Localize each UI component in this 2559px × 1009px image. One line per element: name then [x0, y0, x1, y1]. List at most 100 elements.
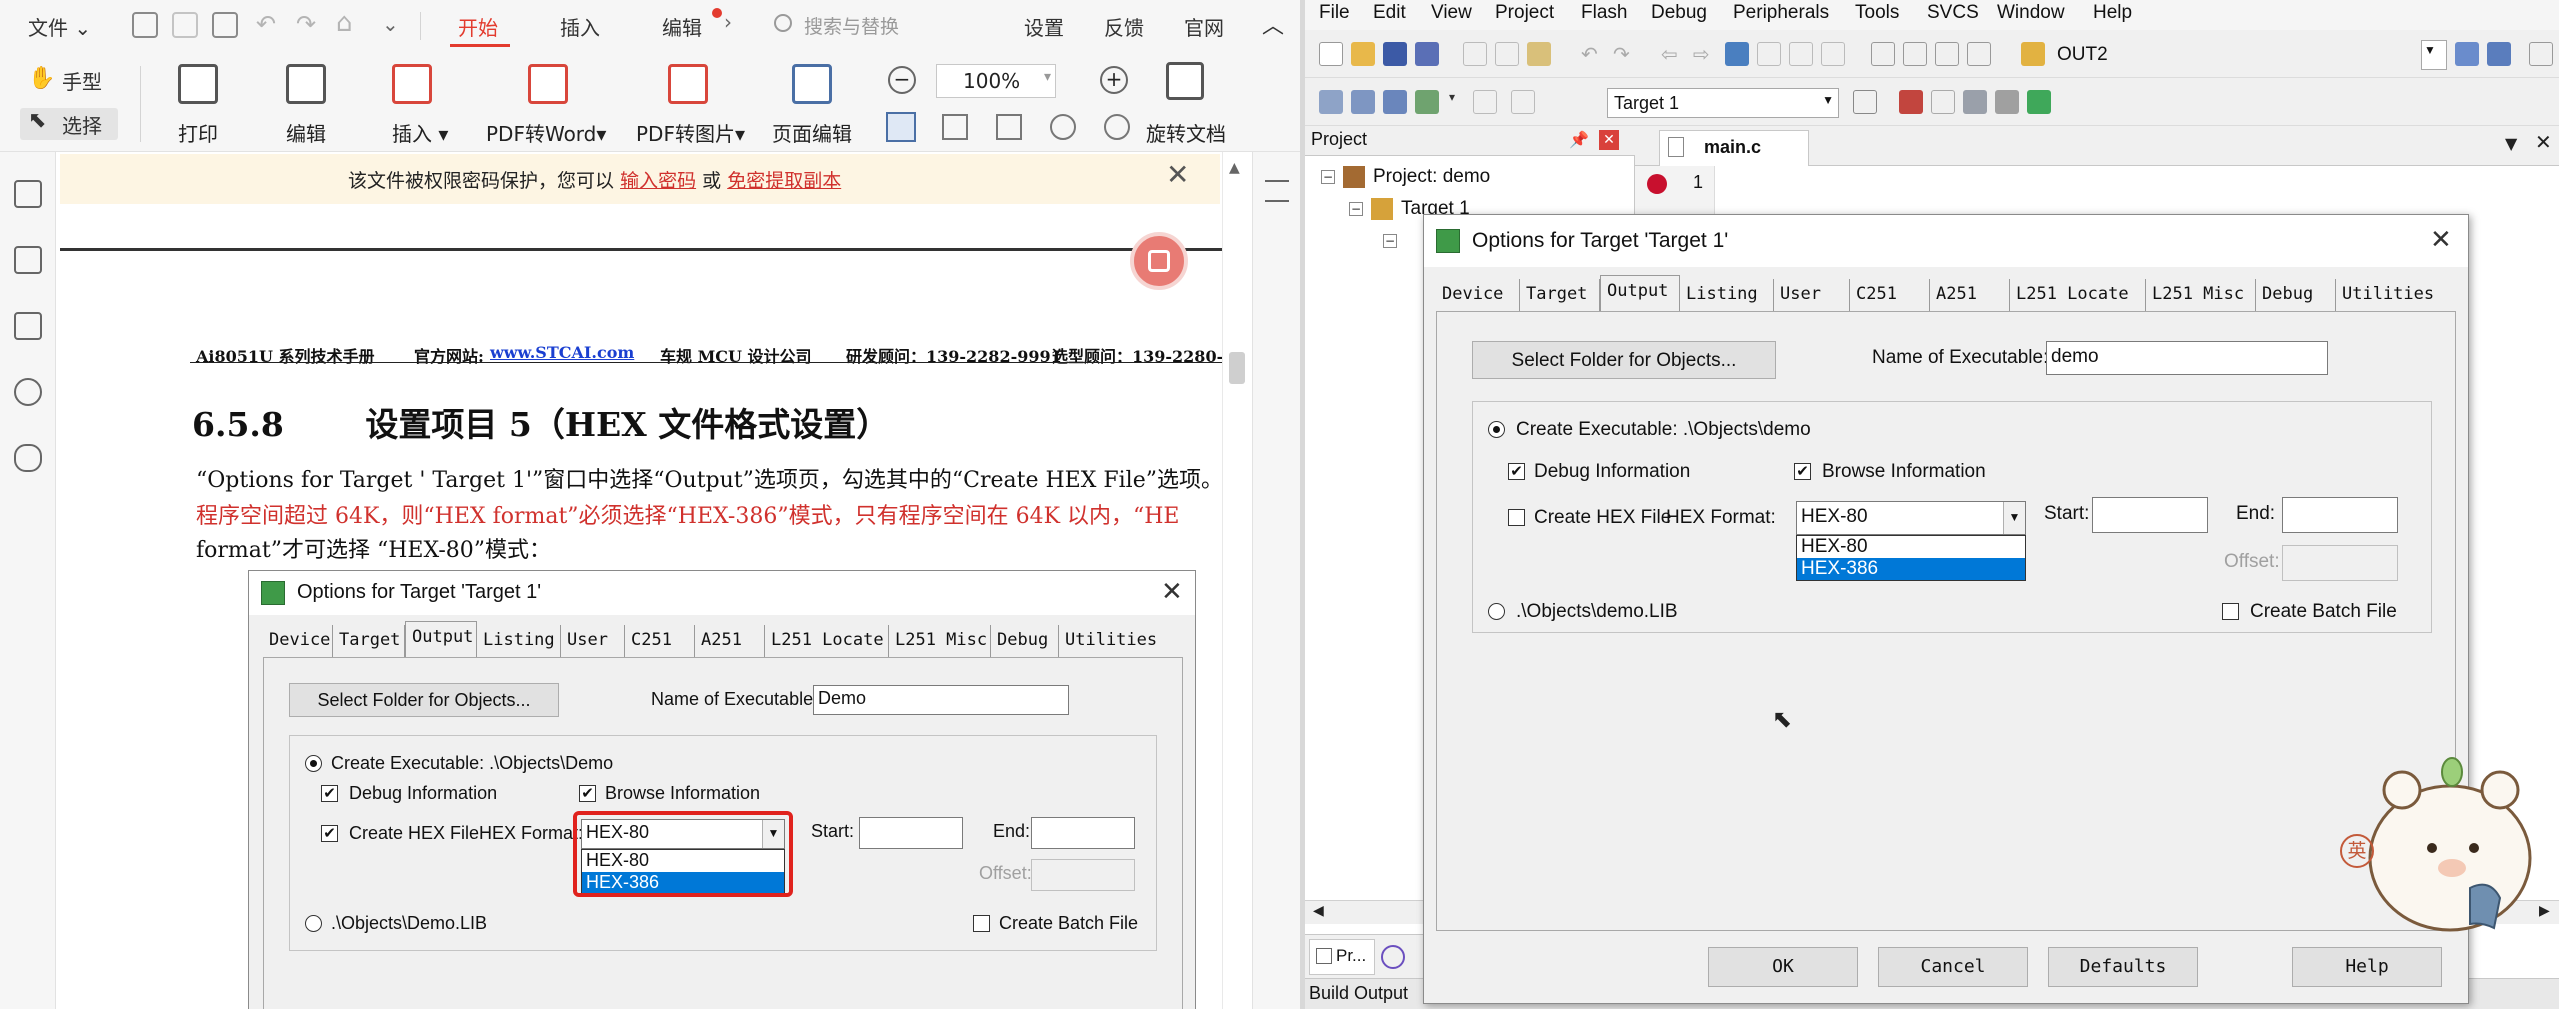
file-menu[interactable]: 文件 ⌄	[28, 12, 91, 41]
menu-debug[interactable]: Debug	[1651, 2, 1707, 24]
menu-peripherals[interactable]: Peripherals	[1733, 2, 1829, 24]
save-icon[interactable]	[172, 12, 198, 38]
manage-rte-icon[interactable]	[1963, 90, 1987, 114]
next-bookmark-icon[interactable]	[1789, 42, 1813, 66]
tab-output[interactable]: Output	[1600, 275, 1680, 311]
manage-components-icon[interactable]	[1899, 90, 1923, 114]
floating-tool-button[interactable]	[1130, 232, 1188, 290]
pdf-to-image-icon[interactable]	[668, 64, 708, 104]
close-pane-icon[interactable]: ✕	[1599, 130, 1619, 150]
zoom-in-icon[interactable]: +	[1100, 66, 1128, 94]
hand-tool[interactable]: 手型	[62, 66, 102, 95]
tab-main-c[interactable]: main.c	[1659, 130, 1809, 166]
breakpoint-icon[interactable]	[1647, 174, 1667, 194]
create-batch-checkbox[interactable]	[2222, 603, 2239, 620]
tab-edit[interactable]: 编辑	[662, 12, 702, 41]
scroll-up-icon[interactable]: ▲	[1229, 160, 1240, 176]
extract-copy-link[interactable]: 免密提取副本	[727, 170, 841, 192]
tab-l251-misc[interactable]: L251 Misc	[2146, 279, 2256, 311]
zoom-field[interactable]: 100% ▾	[936, 64, 1056, 98]
hex-option-80[interactable]: HEX-80	[1797, 536, 2025, 558]
save-all-icon[interactable]	[1415, 42, 1439, 66]
find-in-files-icon[interactable]	[2021, 42, 2045, 66]
tab-c251[interactable]: C251	[1850, 279, 1930, 311]
tab-a251[interactable]: A251	[1930, 279, 2010, 311]
build-icon[interactable]	[1351, 90, 1375, 114]
bookmark-icon[interactable]	[1725, 42, 1749, 66]
insert-icon[interactable]	[392, 64, 432, 104]
batch-build-dropdown[interactable]: ▾	[1449, 90, 1473, 114]
scroll-left-icon[interactable]: ◀	[1313, 903, 1324, 919]
tree-project-node[interactable]: Project: demo	[1373, 166, 1490, 188]
cancel-button[interactable]: Cancel	[1878, 947, 2028, 987]
comment-icon[interactable]	[1935, 42, 1959, 66]
home-icon[interactable]: ⌂	[336, 8, 353, 38]
pdf-to-word-button[interactable]: PDF转Word▾	[486, 118, 606, 147]
feedback-link[interactable]: 反馈	[1104, 12, 1144, 41]
menu-file[interactable]: File	[1319, 2, 1350, 24]
pdf-to-word-icon[interactable]	[528, 64, 568, 104]
comments-icon[interactable]	[14, 312, 42, 340]
indent-icon[interactable]	[1871, 42, 1895, 66]
rotate-left-icon[interactable]	[1050, 114, 1076, 140]
books-tab-icon[interactable]	[1381, 945, 1405, 969]
tree-collapse-icon[interactable]: −	[1383, 234, 1397, 248]
menu-edit[interactable]: Edit	[1373, 2, 1406, 24]
start-field[interactable]	[2092, 497, 2208, 533]
help-button[interactable]: Help	[2292, 947, 2442, 987]
pin-icon[interactable]: 📌	[1569, 130, 1589, 149]
find-combo-text[interactable]: OUT2	[2057, 44, 2108, 66]
single-page-icon[interactable]	[886, 112, 916, 142]
tab-device[interactable]: Device	[1436, 279, 1520, 311]
page-edit-button[interactable]: 页面编辑	[772, 118, 852, 147]
open-file-icon[interactable]	[1351, 42, 1375, 66]
undo-icon[interactable]: ↶	[256, 10, 276, 38]
target-dropdown-icon[interactable]: ▼	[1822, 93, 1834, 107]
stop-build-icon[interactable]	[1473, 90, 1497, 114]
select-packs-icon[interactable]	[1931, 90, 1955, 114]
pdf-to-image-button[interactable]: PDF转图片▾	[636, 118, 745, 147]
zoom-dropdown-icon[interactable]: ▾	[1044, 69, 1051, 85]
dialog-close-button[interactable]: ✕	[2430, 225, 2452, 255]
find-combo-arrow[interactable]: ▼	[2421, 40, 2447, 70]
target-options-icon[interactable]	[1853, 90, 1877, 114]
rebuild-icon[interactable]	[1383, 90, 1407, 114]
close-tab-icon[interactable]: ✕	[2535, 130, 2552, 154]
menu-flash[interactable]: Flash	[1581, 2, 1627, 24]
menu-view[interactable]: View	[1431, 2, 1472, 24]
tab-user[interactable]: User	[1774, 279, 1850, 311]
menu-svcs[interactable]: SVCS	[1927, 2, 1979, 24]
scroll-right-icon[interactable]: ▶	[2539, 903, 2550, 919]
tabs-more-icon[interactable]: ›	[724, 10, 732, 34]
tab-l251-locate[interactable]: L251 Locate	[2010, 279, 2146, 311]
tab-project-window[interactable]: Pr...	[1309, 939, 1375, 975]
name-exe-field[interactable]: demo	[2046, 341, 2328, 375]
zoom-out-icon[interactable]: −	[888, 66, 916, 94]
scroll-thumb[interactable]	[1229, 352, 1245, 384]
menu-help[interactable]: Help	[2093, 2, 2132, 24]
incremental-find-icon[interactable]	[2455, 42, 2479, 66]
hex-option-386[interactable]: HEX-386	[1797, 558, 2025, 580]
settings-link[interactable]: 设置	[1024, 12, 1064, 41]
stc-isp-icon[interactable]	[2027, 90, 2051, 114]
cut-icon[interactable]	[1463, 42, 1487, 66]
site-url[interactable]: www.STCAI.com	[490, 343, 634, 362]
end-field[interactable]	[2282, 497, 2398, 533]
thumbnails-icon[interactable]	[14, 246, 42, 274]
menu-window[interactable]: Window	[1997, 2, 2065, 24]
uncomment-icon[interactable]	[1967, 42, 1991, 66]
enter-password-link[interactable]: 输入密码	[620, 170, 696, 192]
more-dropdown-icon[interactable]: ⌄	[382, 12, 399, 36]
window-options-icon[interactable]	[2529, 42, 2553, 66]
dropdown-arrow-icon[interactable]: ▼	[2003, 502, 2025, 534]
copy-icon[interactable]	[1495, 42, 1519, 66]
tab-listing[interactable]: Listing	[1680, 279, 1774, 311]
insert-button[interactable]: 插入 ▾	[392, 118, 448, 147]
tree-collapse-icon[interactable]: −	[1321, 170, 1335, 184]
properties-icon[interactable]	[1265, 180, 1289, 202]
rotate-doc-icon[interactable]	[1166, 62, 1204, 100]
hex-format-select[interactable]: HEX-80 ▼	[1796, 501, 2026, 535]
save-file-icon[interactable]	[1383, 42, 1407, 66]
create-hex-checkbox[interactable]	[1508, 509, 1525, 526]
menu-project[interactable]: Project	[1495, 2, 1554, 24]
